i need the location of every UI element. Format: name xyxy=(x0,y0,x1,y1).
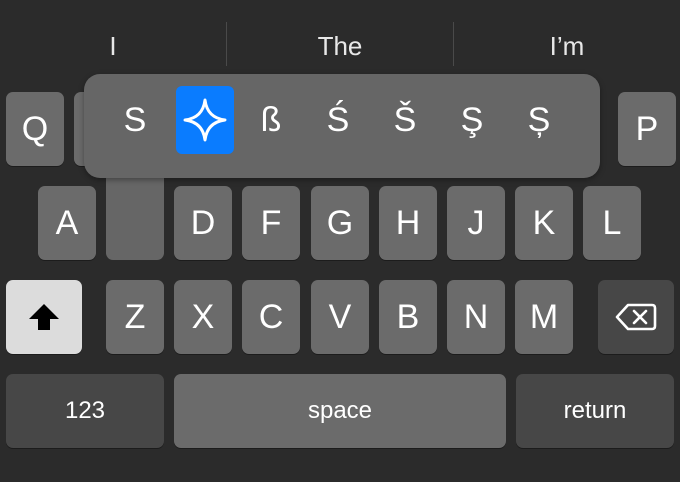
suggestion-2[interactable]: The xyxy=(227,28,453,64)
suggestion-3[interactable]: I’m xyxy=(454,28,680,64)
delete-backspace-icon xyxy=(615,303,657,331)
shift-key[interactable] xyxy=(6,280,82,354)
suggestion-1[interactable]: I xyxy=(0,28,226,64)
sparkle-icon xyxy=(183,98,227,142)
key-a[interactable]: A xyxy=(38,186,96,260)
key-n[interactable]: N xyxy=(447,280,505,354)
key-g[interactable]: G xyxy=(311,186,369,260)
key-x[interactable]: X xyxy=(174,280,232,354)
space-key[interactable]: space xyxy=(174,374,506,448)
accent-option-s[interactable]: S xyxy=(106,86,164,154)
accent-option-s-comma[interactable]: Ș xyxy=(510,86,568,154)
key-m[interactable]: M xyxy=(515,280,573,354)
keyboard: I The I’m Q P A D F G H J K L Z X C V B … xyxy=(0,0,680,482)
key-h[interactable]: H xyxy=(379,186,437,260)
accent-option-s-acute[interactable]: Ś xyxy=(309,86,367,154)
return-key[interactable]: return xyxy=(516,374,674,448)
key-l[interactable]: L xyxy=(583,186,641,260)
accent-option-sparkle[interactable] xyxy=(176,86,234,154)
key-b[interactable]: B xyxy=(379,280,437,354)
key-p[interactable]: P xyxy=(618,92,676,166)
key-j[interactable]: J xyxy=(447,186,505,260)
numbers-key[interactable]: 123 xyxy=(6,374,164,448)
accent-option-eszett[interactable]: ß xyxy=(242,86,300,154)
accent-option-s-cedilla[interactable]: Ş xyxy=(443,86,501,154)
key-k[interactable]: K xyxy=(515,186,573,260)
shift-arrow-icon xyxy=(29,304,59,330)
key-f[interactable]: F xyxy=(242,186,300,260)
key-q[interactable]: Q xyxy=(6,92,64,166)
key-z[interactable]: Z xyxy=(106,280,164,354)
key-c[interactable]: C xyxy=(242,280,300,354)
key-d[interactable]: D xyxy=(174,186,232,260)
accent-option-s-caron[interactable]: Š xyxy=(376,86,434,154)
delete-key[interactable] xyxy=(598,280,674,354)
key-v[interactable]: V xyxy=(311,280,369,354)
